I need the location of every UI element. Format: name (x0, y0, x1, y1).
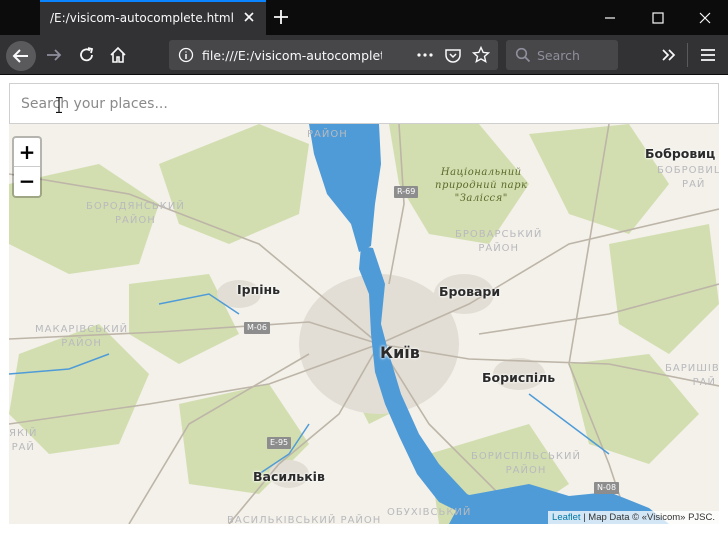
page-content: БОРОДЯНСЬКИЙ РАЙОН МАКАРІВСЬКИЙ РАЙОН БР… (0, 75, 728, 548)
zoom-control: + − (12, 136, 42, 198)
close-tab-icon[interactable] (242, 10, 256, 24)
district-label-bobrovytskyi: БОБРОВИЦЬ РАЙ (657, 165, 719, 190)
city-label-brovary: Бровари (439, 284, 501, 299)
url-text[interactable]: file:///E:/visicom-autocomplete.html (202, 48, 382, 63)
overflow-chevron-icon[interactable] (659, 45, 679, 65)
road-shield-e95: E-95 (267, 437, 292, 449)
browser-toolbar: file:///E:/visicom-autocomplete.html Sea… (0, 35, 728, 75)
district-label-left: ЯКІЙ РАЙ (9, 428, 38, 453)
district-label-brovarskyi: БРОВАРСЬКИЙ РАЙОН (455, 229, 543, 254)
browser-search-placeholder: Search (537, 48, 580, 63)
zoom-in-button[interactable]: + (14, 138, 40, 167)
city-label-vasylkiv: Васильків (253, 469, 325, 484)
city-label-kyiv: Київ (380, 343, 420, 362)
minimize-window-icon[interactable] (600, 8, 620, 28)
reload-icon[interactable] (77, 45, 97, 65)
page-actions-icon[interactable] (416, 47, 434, 63)
info-icon[interactable] (178, 47, 194, 63)
arrow-left-icon (12, 49, 28, 63)
city-label-irpin: Ірпінь (237, 282, 281, 297)
district-label-baryshivskyi: БАРИШІВСЬК РАЙ (665, 363, 719, 388)
road-shield-n08: N-08 (594, 482, 620, 494)
road-shield-m06: M-06 (244, 322, 270, 334)
map-attribution: Leaflet | Map Data © «Visicom» PJSC. (548, 511, 719, 524)
zoom-out-button[interactable]: − (14, 167, 40, 196)
attribution-text: | Map Data © «Visicom» PJSC. (580, 512, 715, 523)
city-label-boryspil: Бориспіль (482, 370, 556, 385)
search-icon (515, 47, 531, 63)
back-button[interactable] (6, 41, 36, 71)
maximize-window-icon[interactable] (648, 8, 668, 28)
bookmark-star-icon[interactable] (472, 46, 490, 64)
district-label-vasylkivskyi: ВАСИЛЬКІВСЬКИЙ РАЙОН (227, 515, 382, 524)
place-search-input[interactable] (9, 83, 719, 124)
pocket-icon[interactable] (444, 46, 462, 64)
district-label-makarivskyi: МАКАРІВСЬКИЙ РАЙОН (35, 324, 129, 349)
tab-strip: /E:/visicom-autocomplete.html (0, 0, 728, 35)
district-label-boryspilskyi: БОРИСПІЛЬСЬКИЙ РАЙОН (471, 451, 581, 476)
close-window-icon[interactable] (695, 8, 715, 28)
active-tab[interactable]: /E:/visicom-autocomplete.html (40, 0, 266, 35)
tab-title: /E:/visicom-autocomplete.html (50, 11, 234, 25)
toolbar-divider (687, 43, 688, 67)
district-label-borodianskyi: БОРОДЯНСЬКИЙ РАЙОН (86, 201, 185, 226)
road-shield-r69: R-69 (394, 186, 419, 198)
park-label: Національний природний парк "Залісся" (435, 167, 528, 204)
text-cursor-icon (56, 97, 62, 113)
district-label-obukhivskyi: ОБУХІВСЬКИЙ (387, 507, 472, 518)
new-tab-icon[interactable] (272, 8, 290, 26)
city-label-bobrovytsia: Бобровиц (645, 146, 716, 161)
leaflet-link[interactable]: Leaflet (552, 512, 581, 523)
browser-search-bar[interactable]: Search (506, 40, 618, 70)
map-container[interactable]: БОРОДЯНСЬКИЙ РАЙОН МАКАРІВСЬКИЙ РАЙОН БР… (9, 124, 719, 524)
forward-icon[interactable] (44, 45, 64, 65)
district-label-top: РАЙОН (307, 129, 348, 140)
address-bar[interactable]: file:///E:/visicom-autocomplete.html (169, 40, 498, 70)
hamburger-menu-icon[interactable] (698, 45, 718, 65)
home-icon[interactable] (108, 45, 128, 65)
